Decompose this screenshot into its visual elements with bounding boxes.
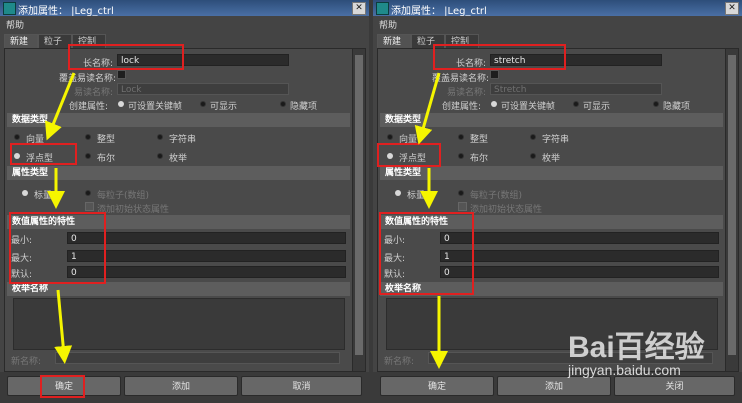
right-dialog: 添加属性： |Leg_ctrl ✕ 帮助 新建 粒子 控制 长名称: stret… [373,0,742,403]
arrow-1 [45,72,76,141]
left-dialog: 添加属性： |Leg_ctrl ✕ 帮助 新建 粒子 控制 长名称: lock … [0,0,369,403]
guide-arrows [45,72,76,364]
arrow-3 [54,289,73,364]
baidu-watermark-url: jingyan.baidu.com [568,362,681,378]
arrow-1 [414,72,441,145]
baidu-watermark-logo: Bai百经验 [568,331,705,364]
